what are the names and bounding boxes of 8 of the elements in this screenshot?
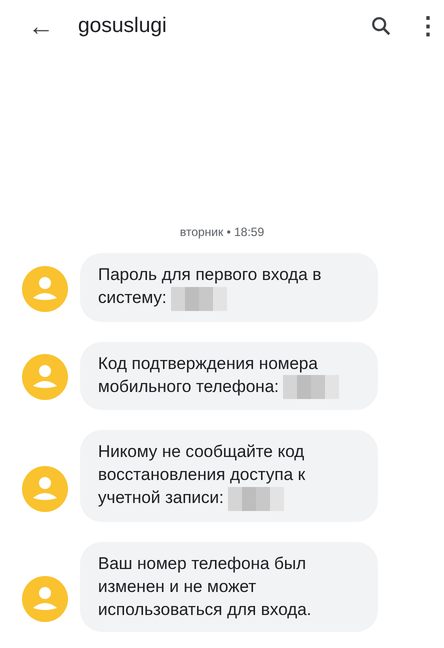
- message-bubble: Код подтверждения номера мобильного телефона:: [80, 342, 378, 410]
- message-bubble: Ваш номер телефона был изменен и не может использоваться для входа.: [80, 542, 378, 632]
- back-button[interactable]: ←: [28, 13, 54, 39]
- conversation-title: gosuslugi: [78, 14, 168, 38]
- menu-button[interactable]: ⋮: [416, 12, 430, 40]
- message-bubble: Никому не сообщайте код восстановления доступа к учетной записи:: [80, 430, 378, 522]
- message-bubble: Пароль для первого входа в систему:: [80, 253, 378, 322]
- timestamp: вторник • 18:59: [180, 225, 264, 240]
